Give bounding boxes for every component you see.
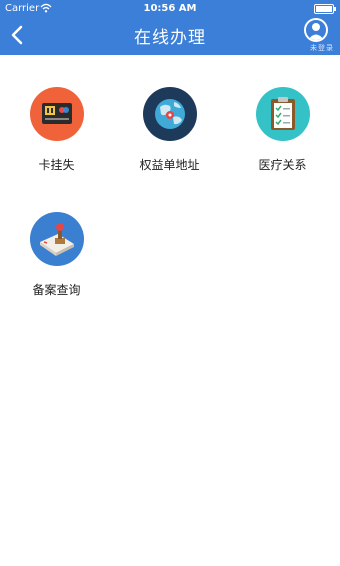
top-bar: Carrier 10:56 AM 在线办理 未登录 xyxy=(0,0,340,55)
profile-caption: 未登录 xyxy=(310,44,334,52)
tile-medical-relations[interactable]: 医疗关系 xyxy=(226,87,339,173)
tile-benefit-address[interactable]: 权益单地址 xyxy=(113,87,226,173)
navigation-bar: 在线办理 未登录 xyxy=(0,18,340,55)
stamp-icon xyxy=(29,212,84,266)
user-icon xyxy=(308,23,324,40)
tile-label: 卡挂失 xyxy=(38,158,75,172)
page-title: 在线办理 xyxy=(134,28,206,48)
tile-label: 权益单地址 xyxy=(139,158,200,172)
tile-card-loss[interactable]: 卡挂失 xyxy=(0,87,113,173)
status-bar: Carrier 10:56 AM xyxy=(0,0,340,18)
status-time: 10:56 AM xyxy=(143,3,197,14)
globe-pin-icon xyxy=(142,87,197,141)
card-icon xyxy=(29,87,84,141)
profile-button[interactable] xyxy=(304,18,328,42)
clipboard-icon xyxy=(255,87,310,141)
tile-label: 备案查询 xyxy=(32,283,81,297)
tile-label: 医疗关系 xyxy=(258,158,307,172)
battery-icon xyxy=(314,4,336,14)
tile-record-inquiry[interactable]: 备案查询 xyxy=(0,212,113,298)
